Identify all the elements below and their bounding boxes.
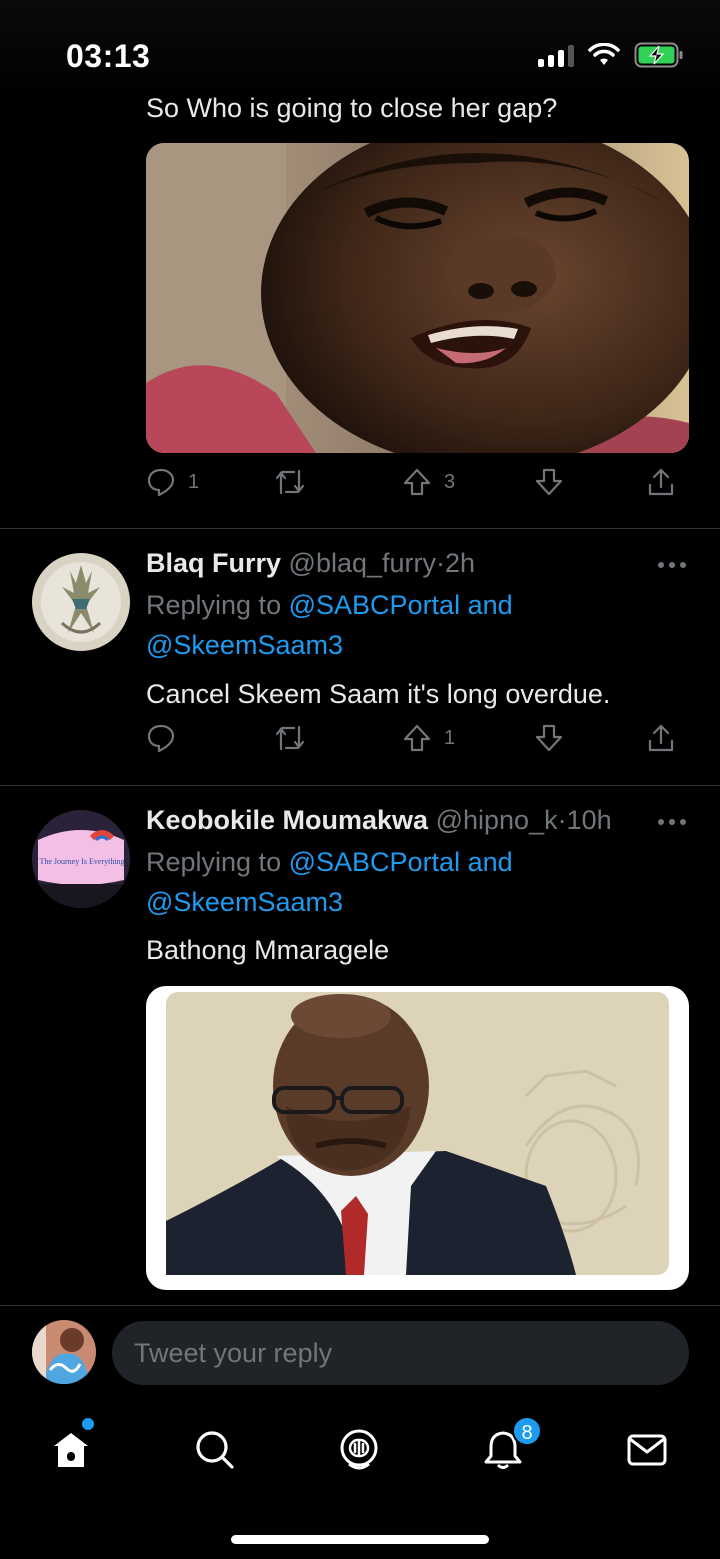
replying-to-link[interactable]: @SkeemSaam3: [146, 630, 343, 660]
more-options-button[interactable]: [658, 562, 686, 570]
share-button[interactable]: [646, 467, 676, 497]
upvote-count: 1: [444, 726, 456, 749]
search-icon: [196, 1431, 234, 1469]
author-name[interactable]: Blaq Furry: [146, 548, 281, 578]
tweet-image[interactable]: [146, 986, 689, 1290]
tweet-text: Cancel Skeem Saam it's long overdue.: [146, 679, 611, 709]
reply-button[interactable]: 1: [146, 467, 199, 497]
tweet-time: 10h: [566, 805, 612, 835]
tab-spaces[interactable]: [331, 1422, 387, 1478]
upvote-button[interactable]: 3: [402, 467, 455, 497]
tweet-image[interactable]: [146, 143, 689, 453]
status-icons: [538, 42, 684, 68]
upvote-icon: [403, 724, 431, 752]
replying-to-link[interactable]: @SkeemSaam3: [146, 887, 343, 917]
replying-to: Replying to @SABCPortal and @SkeemSaam3: [146, 842, 513, 922]
retweet-icon: [275, 725, 305, 751]
divider: [0, 785, 720, 786]
reply-input[interactable]: [112, 1321, 689, 1385]
retweet-button[interactable]: [273, 467, 307, 497]
avatar[interactable]: The Journey Is Everything: [32, 810, 130, 908]
share-icon: [648, 468, 674, 496]
home-notification-dot: [82, 1418, 94, 1430]
upvote-count: 3: [444, 470, 456, 493]
tweet-actions: 1 3: [146, 467, 686, 507]
tweet-time: 2h: [445, 548, 476, 578]
replying-prefix: Replying to: [146, 590, 282, 620]
downvote-icon: [535, 468, 563, 496]
author-name[interactable]: Keobokile Moumakwa: [146, 805, 428, 835]
tab-messages[interactable]: [619, 1422, 675, 1478]
tweet-text: Bathong Mmaragele: [146, 935, 390, 965]
tab-search[interactable]: [187, 1422, 243, 1478]
downvote-button[interactable]: [534, 467, 564, 497]
reply-bar: [0, 1305, 720, 1400]
upvote-icon: [403, 468, 431, 496]
retweet-icon: [275, 469, 305, 495]
tweet-header: Keobokile Moumakwa @hipno_k·10h: [146, 805, 612, 835]
reply-count: 1: [188, 470, 200, 493]
cellular-signal-icon: [538, 43, 574, 67]
reply-icon: [147, 468, 175, 497]
downvote-button[interactable]: [534, 723, 564, 753]
spaces-icon: [340, 1429, 378, 1470]
author-handle[interactable]: @hipno_k: [436, 805, 558, 835]
more-options-button[interactable]: [658, 819, 686, 827]
tab-home[interactable]: [43, 1422, 99, 1478]
avatar[interactable]: [32, 553, 130, 651]
status-bar: 03:13: [0, 0, 720, 100]
upvote-button[interactable]: 1: [402, 723, 455, 753]
divider: [0, 528, 720, 529]
replying-to-link[interactable]: @SABCPortal and: [289, 590, 513, 620]
author-handle[interactable]: @blaq_furry: [289, 548, 436, 578]
user-avatar[interactable]: [32, 1320, 96, 1384]
tweet-header: Blaq Furry @blaq_furry·2h: [146, 548, 476, 578]
replying-to-link[interactable]: @SABCPortal and: [289, 847, 513, 877]
tweet-text: So Who is going to close her gap?: [146, 93, 558, 123]
replying-prefix: Replying to: [146, 847, 282, 877]
home-icon: [54, 1433, 88, 1467]
mail-icon: [627, 1434, 667, 1466]
home-indicator[interactable]: [231, 1535, 489, 1544]
downvote-icon: [535, 724, 563, 752]
battery-charging-icon: [634, 42, 683, 68]
replying-to: Replying to @SABCPortal and @SkeemSaam3: [146, 585, 513, 665]
reply-icon: [147, 724, 175, 753]
share-button[interactable]: [646, 723, 676, 753]
retweet-button[interactable]: [273, 723, 307, 753]
avatar-cap-text: The Journey Is Everything: [39, 857, 124, 866]
share-icon: [648, 724, 674, 752]
tweet-actions: 1: [146, 723, 686, 763]
wifi-icon: [588, 43, 620, 65]
notifications-badge: 8: [512, 1416, 542, 1446]
status-time: 03:13: [66, 38, 151, 74]
reply-button[interactable]: [146, 723, 176, 753]
